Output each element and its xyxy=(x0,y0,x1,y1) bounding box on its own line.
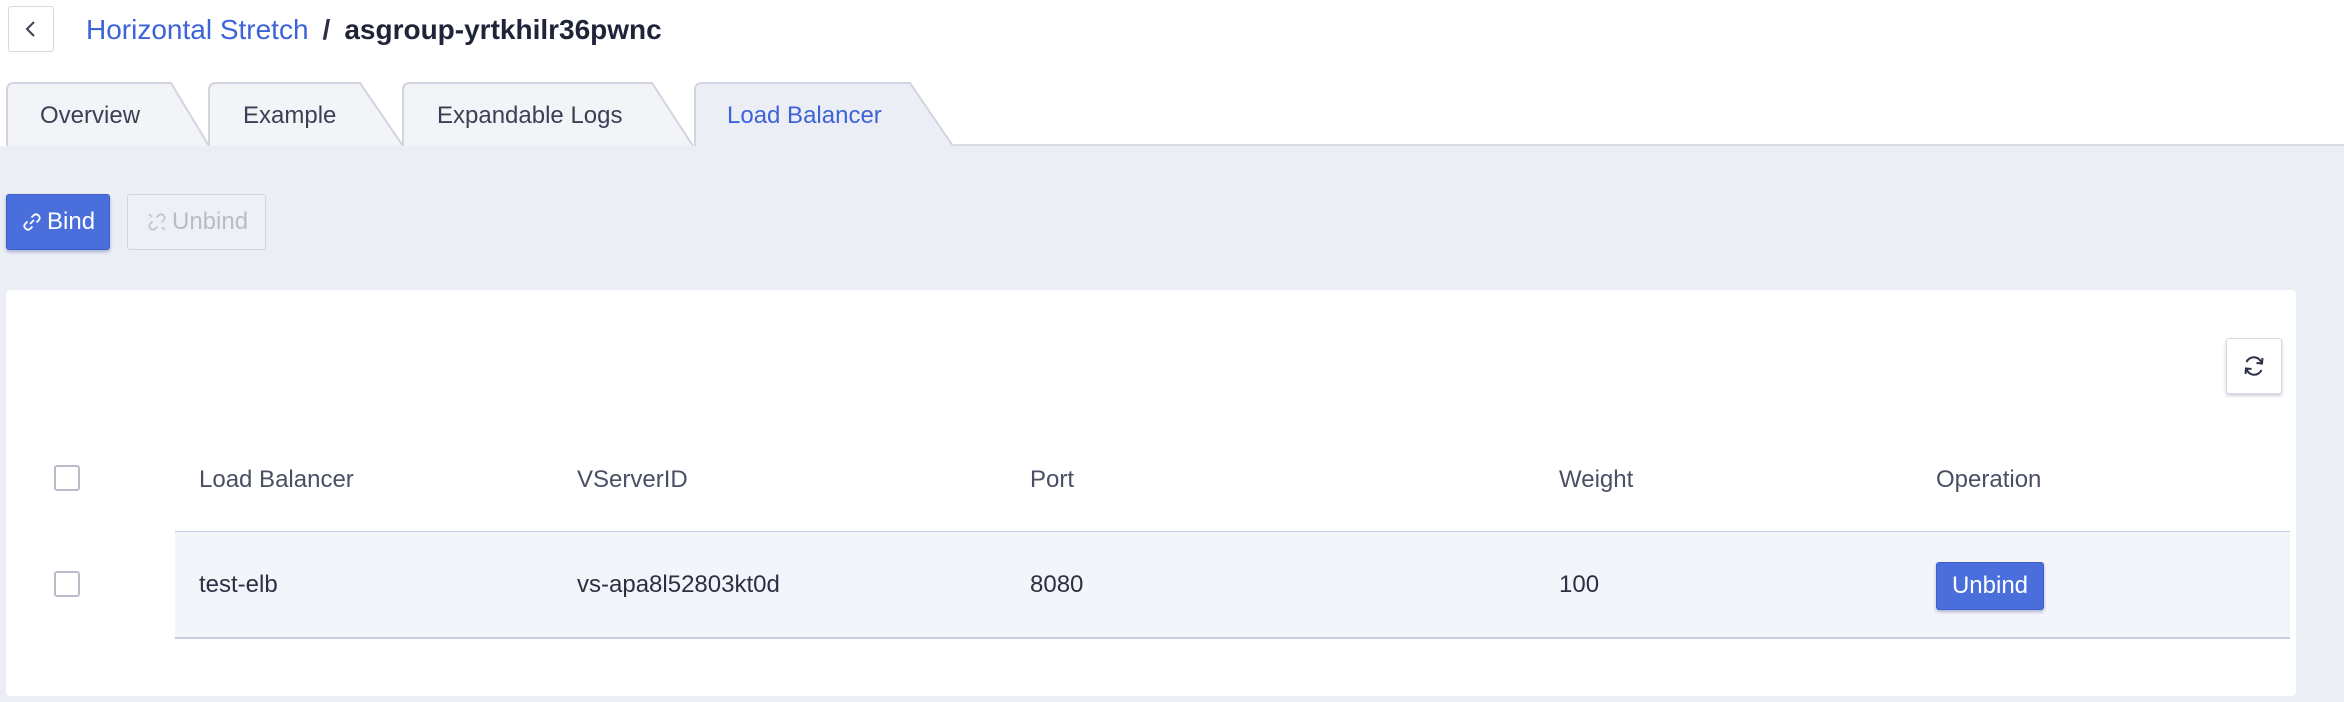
unbind-button[interactable]: Unbind xyxy=(127,194,266,250)
page-title: asgroup-yrtkhilr36pwnc xyxy=(344,14,662,45)
table-row-divider xyxy=(175,637,2290,639)
tab-expandable-logs-label: Expandable Logs xyxy=(437,102,623,129)
unlink-icon xyxy=(148,213,166,231)
row-checkbox[interactable] xyxy=(54,571,80,597)
page-header: Horizontal Stretch / asgroup-yrtkhilr36p… xyxy=(0,0,2344,78)
breadcrumb: Horizontal Stretch / asgroup-yrtkhilr36p… xyxy=(86,12,662,48)
column-header-load-balancer: Load Balancer xyxy=(199,466,354,493)
unbind-button-label: Unbind xyxy=(172,208,249,235)
cell-weight: 100 xyxy=(1559,571,1600,598)
breadcrumb-separator: / xyxy=(322,14,331,45)
refresh-icon xyxy=(2244,356,2264,376)
column-header-port: Port xyxy=(1030,466,1075,493)
bind-button-label: Bind xyxy=(47,208,96,235)
row-unbind-button[interactable]: Unbind xyxy=(1936,562,2044,610)
tab-overview-label: Overview xyxy=(40,102,141,129)
tab-example[interactable]: Example xyxy=(208,82,404,146)
tab-bar: Overview Example Expandable Logs Load Ba… xyxy=(0,80,2344,148)
tab-load-balancer-label: Load Balancer xyxy=(727,102,882,129)
cell-port: 8080 xyxy=(1030,571,1084,598)
cell-vserverid: vs-apa8l52803kt0d xyxy=(577,571,780,598)
select-all-checkbox[interactable] xyxy=(54,465,80,491)
row-unbind-button-label: Unbind xyxy=(1951,572,2029,599)
cell-load-balancer: test-elb xyxy=(199,571,278,598)
breadcrumb-parent-link[interactable]: Horizontal Stretch xyxy=(86,14,309,46)
back-button[interactable] xyxy=(8,6,54,52)
tab-example-label: Example xyxy=(243,102,337,129)
chevron-left-icon xyxy=(25,21,35,37)
link-icon xyxy=(23,213,41,231)
column-header-vserverid: VServerID xyxy=(577,466,688,493)
tab-load-balancer[interactable]: Load Balancer xyxy=(694,82,954,148)
tab-expandable-logs[interactable]: Expandable Logs xyxy=(402,82,694,146)
tab-overview[interactable]: Overview xyxy=(6,82,210,146)
refresh-button[interactable] xyxy=(2226,338,2282,394)
column-header-operation: Operation xyxy=(1936,466,2042,493)
bind-button[interactable]: Bind xyxy=(6,194,110,250)
column-header-weight: Weight xyxy=(1559,466,1634,493)
